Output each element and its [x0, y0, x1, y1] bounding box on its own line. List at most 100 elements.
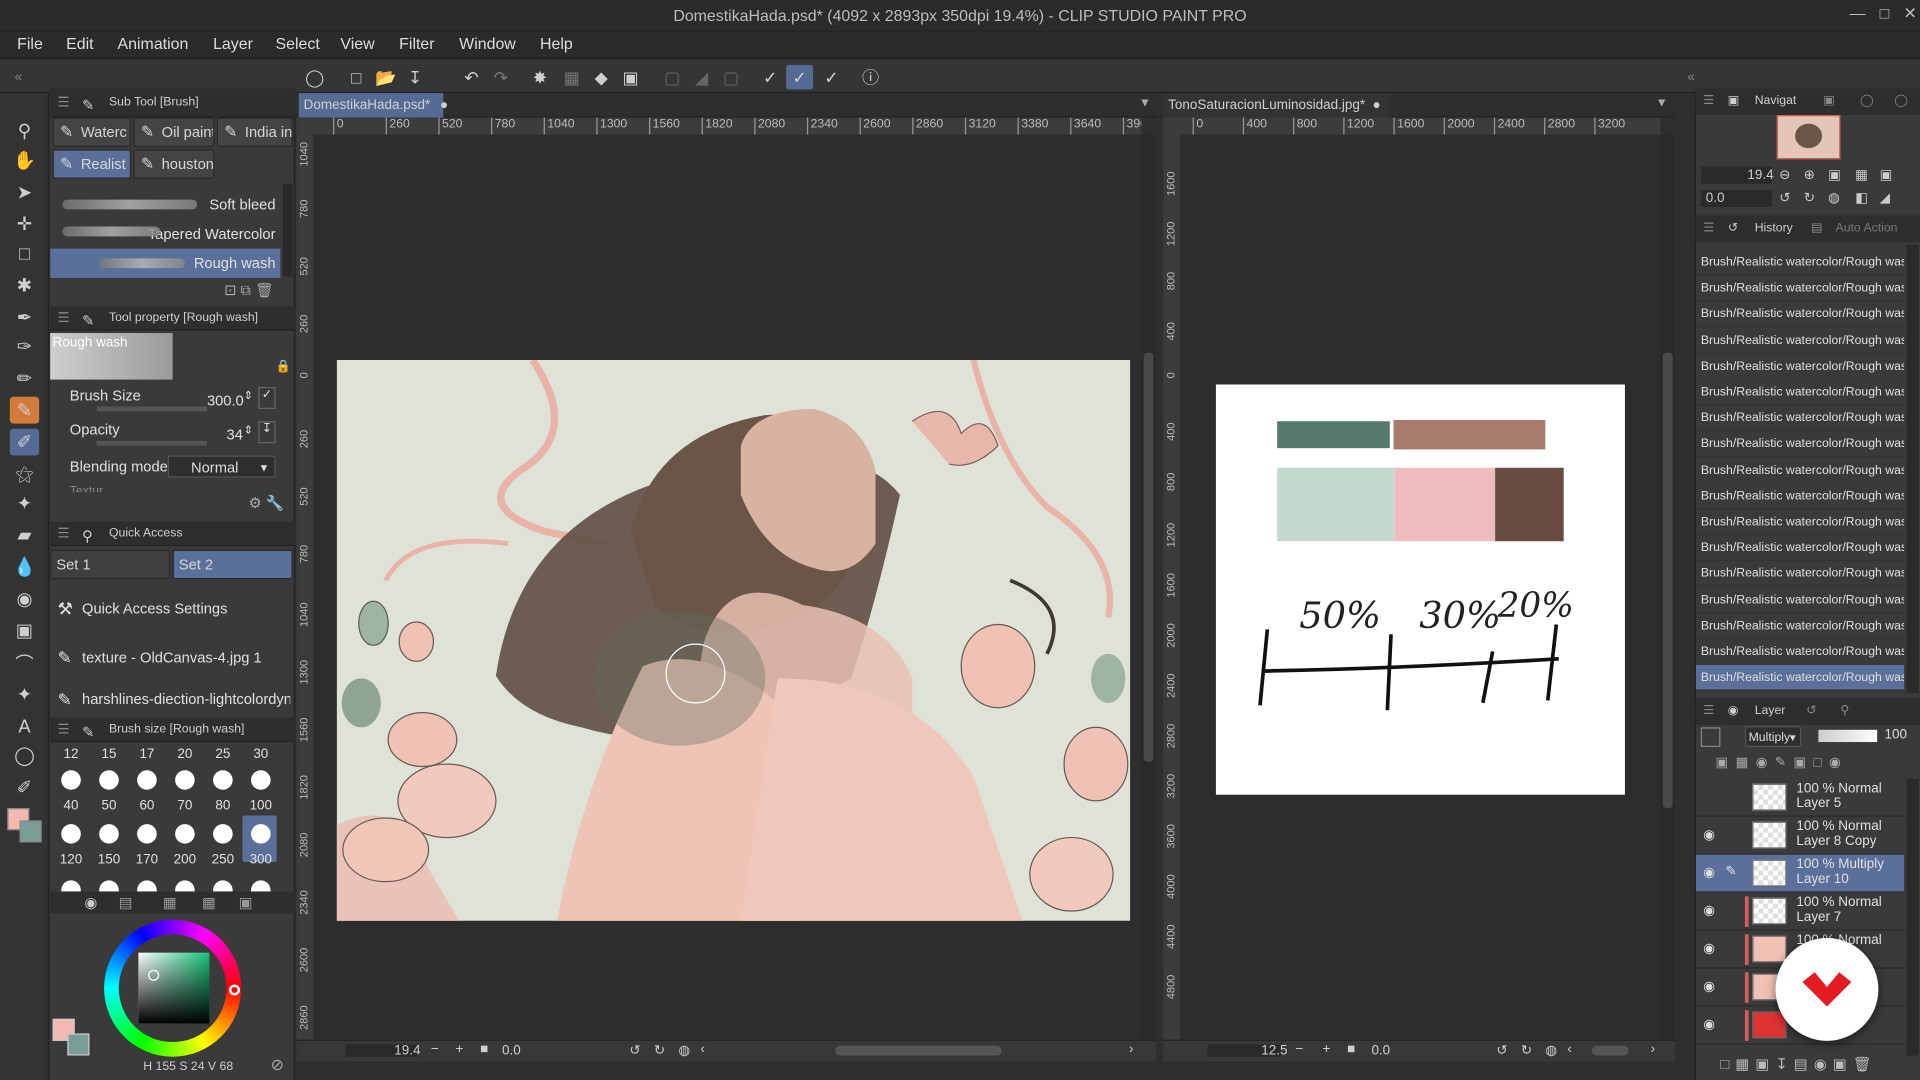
close-tab-icon[interactable]: ● — [1372, 98, 1380, 113]
brush-size-preset[interactable]: 40 — [53, 798, 90, 813]
tab-set-1[interactable]: Set 1 — [50, 549, 171, 580]
balloon-tool-icon[interactable]: ◯ — [10, 742, 39, 769]
sub-tool-scrollbar[interactable] — [282, 183, 293, 277]
lock-alpha-icon[interactable]: ▣ — [1793, 756, 1813, 771]
pressure-toggle[interactable]: ✓ — [258, 386, 276, 409]
frame-tool-icon[interactable]: ✦ — [10, 681, 39, 708]
brush-size-preset[interactable]: 20 — [167, 747, 204, 762]
help-icon[interactable]: ⓘ — [857, 65, 884, 89]
color-set-tab-icon[interactable]: ▦ — [163, 894, 177, 911]
menu-icon[interactable]: ☰ — [1703, 88, 1714, 115]
magic-wand-icon[interactable]: ✱ — [10, 272, 39, 299]
rotate-left-icon[interactable]: ↺ — [1779, 190, 1790, 206]
fit-icon[interactable]: ■ — [1347, 1042, 1355, 1057]
quick-access-item[interactable]: ⚒ Quick Access Settings — [50, 588, 290, 630]
auto-action-tab[interactable]: Auto Action — [1836, 216, 1898, 243]
new-file-icon[interactable]: □ — [343, 65, 370, 89]
navigator-tab[interactable]: Navigat — [1755, 88, 1797, 115]
tab-domestika-hada[interactable]: DomestikaHada.psd* ● — [298, 93, 448, 118]
history-entry[interactable]: Brush/Realistic watercolor/Rough wash — [1695, 432, 1905, 458]
rotate-left-icon[interactable]: ↺ — [629, 1042, 640, 1058]
eye-icon[interactable]: ◉ — [1703, 902, 1715, 919]
menu-file[interactable]: File — [17, 34, 43, 52]
copy-icon[interactable]: ⊡ — [224, 282, 236, 299]
gradient-tool-icon[interactable]: ▣ — [10, 617, 39, 644]
mask-create-icon[interactable]: ◉ — [1814, 1056, 1833, 1073]
brush-soft-bleed[interactable]: Soft bleed — [50, 190, 280, 219]
horizontal-scroll-thumb[interactable] — [835, 1045, 1002, 1056]
opacity-value[interactable]: 34 — [227, 426, 243, 443]
sub-view-tab-icon[interactable]: ▣ — [1823, 88, 1835, 115]
brush-size-preset[interactable]: 80 — [204, 798, 241, 813]
brush-size-dot[interactable] — [61, 824, 81, 844]
operation-tool-icon[interactable]: ➤ — [10, 179, 39, 206]
close-button[interactable]: ✕ — [1898, 4, 1920, 26]
brush-size-preset[interactable]: 25 — [204, 747, 241, 762]
intermediate-color-tab-icon[interactable]: ▦ — [202, 894, 216, 911]
palette-icon[interactable]: ◉ — [1829, 756, 1848, 771]
tab-set-2[interactable]: Set 2 — [172, 549, 293, 580]
lock-icon[interactable]: 🔒 — [276, 360, 291, 373]
menu-window[interactable]: Window — [459, 34, 516, 52]
brush-size-preset[interactable]: 70 — [167, 798, 204, 813]
chevron-down-icon[interactable]: ▼ — [1656, 97, 1668, 110]
redo-icon[interactable]: ↷ — [487, 65, 514, 89]
scroll-left-icon[interactable]: ‹ — [1567, 1042, 1571, 1057]
spin-icon[interactable]: ⇕ — [244, 424, 253, 437]
menu-help[interactable]: Help — [540, 34, 573, 52]
actual-size-icon[interactable]: ▣ — [1828, 167, 1841, 183]
open-file-icon[interactable]: 📂 — [372, 65, 399, 89]
history-entry[interactable]: Brush/Realistic watercolor/Rough wash — [1695, 354, 1905, 380]
fairy-artwork[interactable] — [336, 360, 1131, 921]
zoom-out-icon[interactable]: − — [431, 1042, 439, 1057]
delete-layer-icon[interactable]: 🗑 — [1853, 1056, 1878, 1073]
brush-size-preset[interactable]: 200 — [167, 852, 204, 867]
lock-icon[interactable]: ▣ — [1716, 756, 1736, 771]
history-entry[interactable]: Brush/Realistic watercolor/Rough wash — [1695, 535, 1905, 562]
color-slider-tab-icon[interactable]: ▤ — [119, 894, 133, 911]
blend-tool-icon[interactable]: 💧 — [10, 553, 39, 580]
fill-selection-icon[interactable]: ▦ — [558, 65, 585, 89]
invert-selection-icon[interactable]: ◢ — [688, 65, 715, 89]
figure-tool-icon[interactable]: ⌒ — [10, 649, 39, 676]
deselect-icon[interactable]: ▢ — [659, 65, 686, 89]
layer-color-box[interactable] — [1700, 727, 1721, 747]
color-mode-icon[interactable]: ⊘ — [271, 1056, 284, 1076]
spin-icon[interactable]: ⇕ — [244, 389, 253, 402]
history-entry[interactable]: Brush/Realistic watercolor/Rough wash — [1695, 587, 1905, 613]
history-entry[interactable]: Brush/Realistic watercolor/Rough wash — [1695, 328, 1905, 354]
brush-size-preset[interactable]: 60 — [129, 798, 166, 813]
tab-india-ink[interactable]: ✎ India in — [216, 117, 293, 147]
layer-opacity-slider[interactable] — [1818, 729, 1878, 743]
item-bank-tab-icon[interactable]: ◯ — [1894, 88, 1908, 115]
color-picker-cursor[interactable] — [148, 969, 160, 981]
undo-icon[interactable]: ↶ — [458, 65, 485, 89]
menu-view[interactable]: View — [340, 34, 374, 52]
collapse-right-icon[interactable]: « — [1678, 65, 1705, 89]
transform-icon[interactable]: ▣ — [617, 65, 644, 89]
hue-cursor[interactable] — [228, 984, 241, 996]
eyedropper-icon[interactable]: ✒ — [10, 304, 39, 331]
wrench-icon[interactable]: 🔧 — [266, 495, 284, 512]
eye-icon[interactable]: ◉ — [1703, 827, 1715, 843]
scroll-left-icon[interactable]: ‹ — [700, 1042, 704, 1057]
color-wheel-tab-icon[interactable]: ◉ — [84, 894, 97, 911]
brush-size-dot[interactable] — [99, 824, 119, 844]
brush-size-preset[interactable]: 170 — [129, 852, 166, 867]
history-entry[interactable]: Brush/Realistic watercolor/Rough wash — [1695, 380, 1905, 406]
eye-icon[interactable]: ◉ — [1703, 864, 1715, 881]
eye-icon[interactable]: ◉ — [1703, 978, 1715, 995]
collapse-left-icon[interactable]: « — [5, 65, 32, 89]
menu-edit[interactable]: Edit — [66, 34, 93, 52]
rotate-right-icon[interactable]: ↻ — [654, 1042, 665, 1058]
menu-filter[interactable]: Filter — [399, 34, 434, 52]
show-selection-icon[interactable]: ▢ — [718, 65, 745, 89]
ref-icon[interactable]: ◉ — [1756, 756, 1775, 771]
clip-icon[interactable]: ▦ — [1736, 756, 1756, 771]
brush-size-dot[interactable] — [175, 770, 195, 790]
copy-layer-icon[interactable]: ▣ — [1833, 1056, 1853, 1073]
brush-rough-wash[interactable]: Rough wash — [50, 248, 281, 278]
trash-icon[interactable]: 🗑 — [255, 282, 274, 299]
flip-vertical-icon[interactable]: ◢ — [1880, 190, 1890, 206]
brush-size-preset[interactable]: 12 — [53, 747, 90, 762]
